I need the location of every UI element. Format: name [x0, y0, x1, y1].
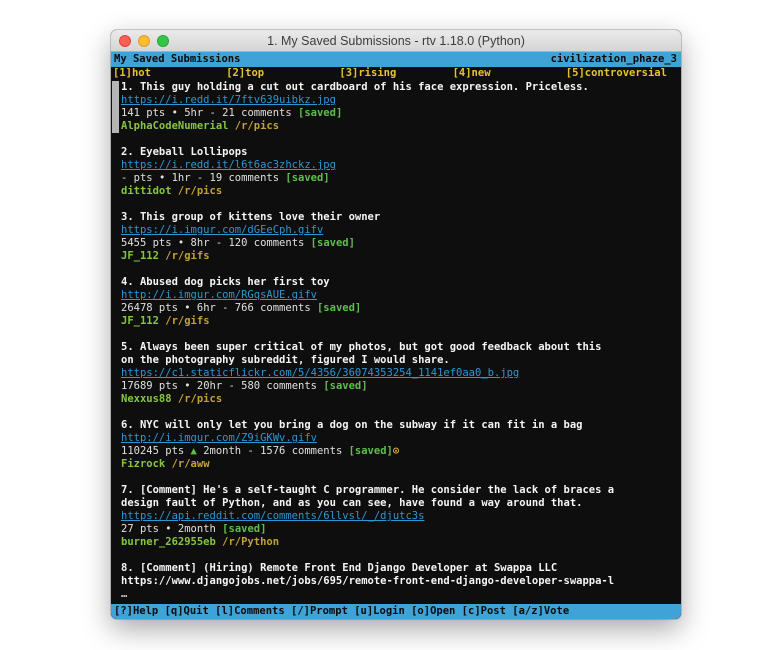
saved-badge: [saved] [222, 523, 266, 535]
author: JF_112 [121, 315, 159, 327]
age-comments: 6hr - 766 comments [191, 302, 317, 314]
age-comments: 8hr - 120 comments [184, 237, 310, 249]
submission-title: 4. Abused dog picks her first toy [121, 276, 677, 289]
points: 27 pts [121, 523, 165, 535]
age-comments: 5hr - 21 comments [178, 107, 298, 119]
menu-item-rising[interactable]: [3]rising [339, 67, 452, 80]
logged-in-username: civilization_phaze_3 [551, 53, 677, 66]
submission-item-2[interactable]: 2. Eyeball Lollipops https://i.redd.it/l… [111, 146, 677, 198]
submission-byline: dittidot /r/pics [121, 185, 677, 198]
menu-item-controversial[interactable]: [5]controversial [566, 67, 679, 80]
submission-byline: JF_112 /r/gifs [121, 250, 677, 263]
subreddit: /r/Python [216, 536, 279, 548]
menu-item-hot[interactable]: [1]hot [113, 67, 226, 80]
submission-title: 6. NYC will only let you bring a dog on … [121, 419, 677, 432]
submission-link[interactable]: https://i.redd.it/7ftv639uibkz.jpg [121, 94, 677, 107]
saved-badge: [saved] [311, 237, 355, 249]
author: Nexxus88 [121, 393, 172, 405]
submission-stats: - pts • 1hr - 19 comments [saved] [121, 172, 677, 185]
points: 17689 pts [121, 380, 184, 392]
subreddit: /r/pics [172, 185, 223, 197]
submission-stats: 26478 pts • 6hr - 766 comments [saved] [121, 302, 677, 315]
header-bar: My Saved Submissions civilization_phaze_… [111, 52, 681, 67]
submission-stats: 27 pts • 2month [saved] [121, 523, 677, 536]
subreddit: /r/pics [172, 393, 223, 405]
gilded-icon: ⊙ [393, 445, 399, 457]
terminal-window: 1. My Saved Submissions - rtv 1.18.0 (Py… [111, 30, 681, 619]
points: 141 pts [121, 107, 172, 119]
submission-item-4[interactable]: 4. Abused dog picks her first toy http:/… [111, 276, 677, 328]
submission-item-6[interactable]: 6. NYC will only let you bring a dog on … [111, 419, 677, 471]
subreddit: /r/pics [228, 120, 279, 132]
submission-list: 1. This guy holding a cut out cardboard … [111, 80, 681, 604]
sort-menu: [1]hot [2]top [3]rising [4]new [5]contro… [111, 67, 681, 80]
age-comments: 1hr - 19 comments [165, 172, 285, 184]
points: - pts [121, 172, 159, 184]
submission-title: 5. Always been super critical of my phot… [121, 341, 677, 367]
submission-title: 2. Eyeball Lollipops [121, 146, 677, 159]
submission-title: 8. [Comment] (Hiring) Remote Front End D… [121, 562, 677, 575]
zoom-icon[interactable] [157, 35, 169, 47]
truncation-ellipsis: … [121, 588, 677, 601]
menu-item-top[interactable]: [2]top [226, 67, 339, 80]
status-bar: [?]Help [q]Quit [l]Comments [/]Prompt [u… [111, 604, 681, 619]
traffic-lights [119, 35, 169, 47]
author: dittidot [121, 185, 172, 197]
titlebar[interactable]: 1. My Saved Submissions - rtv 1.18.0 (Py… [111, 30, 681, 52]
submission-stats: 5455 pts • 8hr - 120 comments [saved] [121, 237, 677, 250]
subreddit: /r/gifs [159, 250, 210, 262]
points: 26478 pts [121, 302, 184, 314]
submission-item-5[interactable]: 5. Always been super critical of my phot… [111, 341, 677, 406]
submission-link[interactable]: http://i.imgur.com/RGqsAUE.gifv [121, 289, 677, 302]
age-comments: 2month [172, 523, 223, 535]
submission-link[interactable]: https://i.imgur.com/dGEeCph.gifv [121, 224, 677, 237]
submission-title: 1. This guy holding a cut out cardboard … [121, 81, 677, 94]
submission-link[interactable]: https://api.reddit.com/comments/6llvsl/_… [121, 510, 677, 523]
author: Fizrock [121, 458, 165, 470]
submission-byline: burner_262955eb /r/Python [121, 536, 677, 549]
author: burner_262955eb [121, 536, 216, 548]
age-comments: 20hr - 580 comments [191, 380, 324, 392]
author: JF_112 [121, 250, 159, 262]
submission-item-7[interactable]: 7. [Comment] He's a self-taught C progra… [111, 484, 677, 549]
window-title: 1. My Saved Submissions - rtv 1.18.0 (Py… [267, 34, 525, 48]
minimize-icon[interactable] [138, 35, 150, 47]
submission-stats: 141 pts • 5hr - 21 comments [saved] [121, 107, 677, 120]
subreddit: /r/aww [165, 458, 209, 470]
submission-item-8[interactable]: 8. [Comment] (Hiring) Remote Front End D… [111, 562, 677, 601]
submission-byline: JF_112 /r/gifs [121, 315, 677, 328]
submission-byline: AlphaCodeNumerial /r/pics [121, 120, 677, 133]
page-title: My Saved Submissions [114, 53, 240, 66]
submission-byline: Nexxus88 /r/pics [121, 393, 677, 406]
submission-stats: 110245 pts ▲ 2month - 1576 comments [sav… [121, 445, 677, 458]
points: 110245 pts [121, 445, 191, 457]
points: 5455 pts [121, 237, 178, 249]
saved-badge: [saved] [317, 302, 361, 314]
author: AlphaCodeNumerial [121, 120, 228, 132]
saved-badge: [saved] [285, 172, 329, 184]
terminal-content: My Saved Submissions civilization_phaze_… [111, 52, 681, 619]
menu-item-new[interactable]: [4]new [453, 67, 566, 80]
submission-title: 7. [Comment] He's a self-taught C progra… [121, 484, 677, 510]
close-icon[interactable] [119, 35, 131, 47]
submission-link[interactable]: https://i.redd.it/l6t6ac3zhckz.jpg [121, 159, 677, 172]
submission-link[interactable]: http://i.imgur.com/Z9iGKWv.gifv [121, 432, 677, 445]
saved-badge: [saved] [323, 380, 367, 392]
submission-item-3[interactable]: 3. This group of kittens love their owne… [111, 211, 677, 263]
saved-badge: [saved] [298, 107, 342, 119]
submission-stats: 17689 pts • 20hr - 580 comments [saved] [121, 380, 677, 393]
saved-badge: [saved] [349, 445, 393, 457]
keybinding-help: [?]Help [q]Quit [l]Comments [/]Prompt [u… [114, 605, 569, 618]
submission-title: 3. This group of kittens love their owne… [121, 211, 677, 224]
submission-byline: Fizrock /r/aww [121, 458, 677, 471]
submission-body-url: https://www.djangojobs.net/jobs/695/remo… [121, 575, 677, 588]
submission-link[interactable]: https://c1.staticflickr.com/5/4356/36074… [121, 367, 677, 380]
submission-item-1[interactable]: 1. This guy holding a cut out cardboard … [111, 81, 677, 133]
subreddit: /r/gifs [159, 315, 210, 327]
age-comments: 2month - 1576 comments [197, 445, 349, 457]
